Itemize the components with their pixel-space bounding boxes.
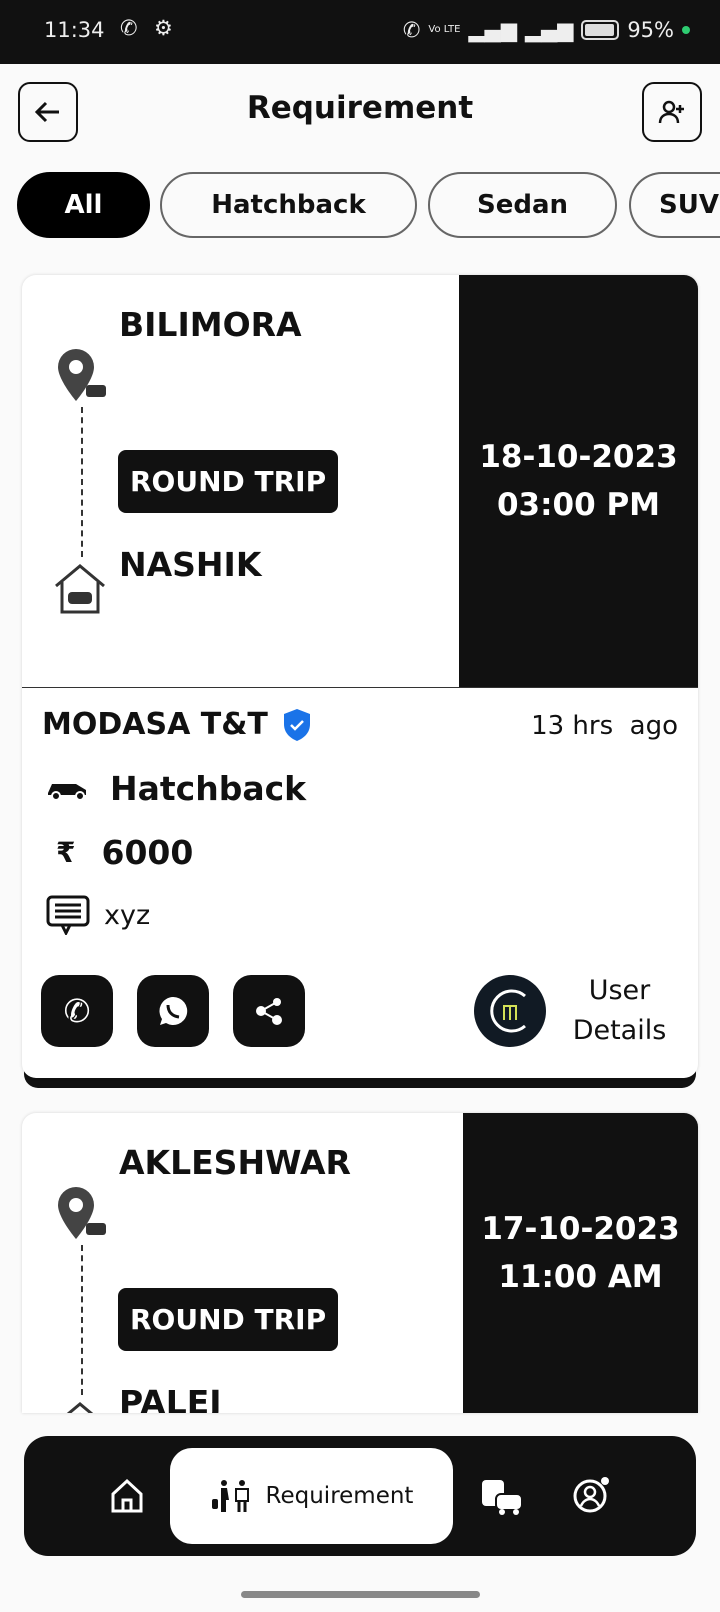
trip-date: 17-10-2023 xyxy=(481,1211,680,1247)
pickup-location-icon xyxy=(58,349,106,401)
message-list-icon xyxy=(46,895,90,935)
add-user-button[interactable] xyxy=(642,82,702,142)
whatsapp-button[interactable] xyxy=(137,975,209,1047)
requirement-card[interactable]: 18-10-2023 03:00 PM BILIMORA ROUND TRIP … xyxy=(22,275,698,1078)
whatsapp-icon xyxy=(159,996,188,1025)
phone-forward-icon: ✆ xyxy=(63,992,91,1030)
nav-requirement-label: Requirement xyxy=(265,1483,414,1509)
note-text: xyz xyxy=(104,899,151,931)
price-row: ₹ 6000 xyxy=(56,833,193,872)
car-type-row: Hatchback xyxy=(46,769,306,808)
status-time: 11:34 xyxy=(44,18,105,42)
trip-date: 18-10-2023 xyxy=(479,439,678,475)
home-icon[interactable] xyxy=(110,1478,144,1514)
nav-requirement-tab[interactable]: Requirement xyxy=(170,1448,453,1544)
drop-home-icon xyxy=(66,1402,94,1413)
pickup-location-icon xyxy=(58,1187,106,1239)
agency-row: MODASA T&T xyxy=(42,707,312,742)
requirement-card[interactable]: 17-10-2023 11:00 AM AKLESHWAR ROUND TRIP… xyxy=(22,1113,698,1413)
car-icon xyxy=(48,783,86,801)
drop-home-icon xyxy=(55,564,105,614)
posted-time: 13 hrs ago xyxy=(531,711,678,741)
note-row: xyz xyxy=(46,895,150,935)
share-icon xyxy=(256,998,282,1025)
signal-icon-2: ▂▄▆ xyxy=(524,18,574,42)
share-button[interactable] xyxy=(233,975,305,1047)
filter-chip-sedan[interactable]: Sedan xyxy=(428,172,617,238)
page-title: Requirement xyxy=(246,90,474,126)
phone-icon: ✆ xyxy=(120,16,138,40)
drop-city: PALEJ xyxy=(119,1383,222,1413)
call-button[interactable]: ✆ xyxy=(41,975,113,1047)
price: 6000 xyxy=(101,833,194,872)
route-line xyxy=(81,1245,83,1395)
filter-chip-all[interactable]: All xyxy=(17,172,150,238)
trip-time: 03:00 PM xyxy=(496,487,661,523)
gear-icon: ⚙ xyxy=(154,16,173,40)
wifi-call-icon: ✆ xyxy=(402,18,421,42)
rupee-icon: ₹ xyxy=(56,836,76,869)
trip-type-badge: ROUND TRIP xyxy=(118,1288,339,1351)
agency-name: MODASA T&T xyxy=(42,707,268,742)
filter-chip-suv[interactable]: SUV xyxy=(629,172,720,238)
vehicles-icon[interactable] xyxy=(480,1474,524,1518)
battery-percent: 95% xyxy=(627,18,674,42)
user-details-link[interactable]: User Details xyxy=(552,971,687,1051)
volte-label: Vo LTE xyxy=(428,24,461,35)
datetime-panel: 17-10-2023 11:00 AM xyxy=(463,1113,698,1413)
verified-shield-icon xyxy=(283,708,310,741)
add-user-icon xyxy=(658,100,684,124)
pickup-city: AKLESHWAR xyxy=(119,1143,351,1182)
profile-settings-icon[interactable] xyxy=(572,1474,612,1514)
home-indicator[interactable] xyxy=(241,1591,480,1598)
status-right: ✆ Vo LTE ▂▄▆ ▂▄▆ 95% xyxy=(403,18,690,42)
bottom-nav: Requirement xyxy=(24,1436,696,1556)
signal-icon: ▂▄▆ xyxy=(468,18,517,42)
avatar-logo-icon xyxy=(490,989,526,1033)
requirement-icon xyxy=(211,1480,249,1512)
pickup-city: BILIMORA xyxy=(119,305,302,344)
route-line xyxy=(81,407,83,557)
car-type: Hatchback xyxy=(110,769,307,808)
user-avatar[interactable] xyxy=(474,975,546,1047)
status-bar: 11:34 ✆ ⚙ ✆ Vo LTE ▂▄▆ ▂▄▆ 95% xyxy=(0,0,720,64)
privacy-dot xyxy=(682,26,690,34)
filter-chip-hatchback[interactable]: Hatchback xyxy=(160,172,417,238)
battery-icon xyxy=(581,20,620,40)
datetime-panel: 18-10-2023 03:00 PM xyxy=(459,275,698,687)
trip-type-badge: ROUND TRIP xyxy=(118,450,339,513)
trip-time: 11:00 AM xyxy=(498,1259,663,1295)
drop-city: NASHIK xyxy=(119,545,262,584)
divider xyxy=(22,687,698,688)
